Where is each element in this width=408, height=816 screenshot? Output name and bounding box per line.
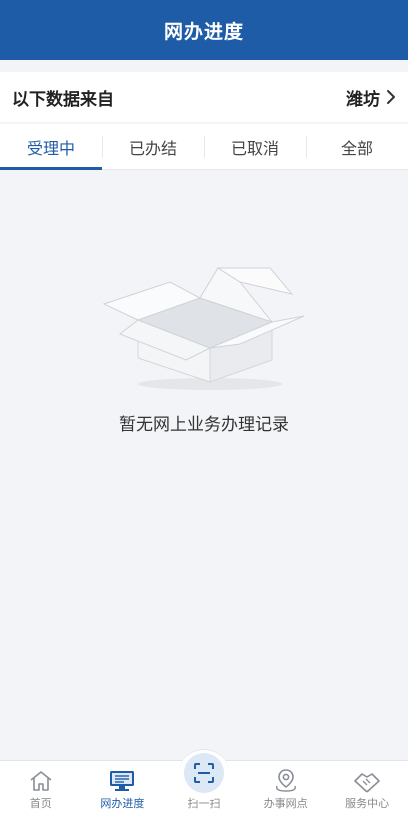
- nav-scan[interactable]: 扫一扫: [163, 749, 245, 816]
- nav-service-center[interactable]: 服务中心: [326, 761, 408, 816]
- empty-message: 暂无网上业务办理记录: [119, 415, 289, 435]
- handshake-icon: [354, 773, 380, 793]
- tab-label: 全部: [340, 138, 373, 158]
- nav-progress[interactable]: 网办进度: [82, 761, 164, 816]
- status-tabs: 受理中 已办结 已取消 全部: [0, 124, 408, 170]
- data-source-label: 以下数据来自: [12, 89, 114, 110]
- nav-label: 首页: [29, 797, 52, 810]
- bottom-navigation: 首页 网办进度 扫一扫 办事网点 服务中心: [0, 749, 408, 816]
- tab-label: 已取消: [230, 138, 279, 158]
- tab-all[interactable]: 全部: [306, 124, 408, 169]
- nav-service-points[interactable]: 办事网点: [245, 761, 327, 816]
- nav-label: 网办进度: [100, 797, 145, 810]
- data-source-row: 以下数据来自 潍坊: [0, 72, 408, 122]
- city-name: 潍坊: [346, 89, 380, 110]
- tab-label: 受理中: [26, 138, 75, 158]
- tab-cancelled[interactable]: 已取消: [204, 124, 306, 169]
- empty-box-icon: [102, 267, 305, 390]
- app-header: 网办进度: [0, 0, 408, 60]
- monitor-icon: [110, 771, 135, 791]
- tab-in-progress[interactable]: 受理中: [0, 124, 102, 170]
- page-title: 网办进度: [163, 20, 244, 43]
- location-pin-icon: [275, 769, 296, 792]
- tab-label: 已办结: [128, 138, 177, 158]
- empty-state: 暂无网上业务办理记录: [0, 170, 408, 760]
- scan-button[interactable]: [183, 753, 224, 793]
- nav-label: 办事网点: [263, 797, 308, 810]
- nav-label: 服务中心: [345, 797, 390, 810]
- city-selector[interactable]: 潍坊: [346, 85, 396, 110]
- tab-completed[interactable]: 已办结: [102, 124, 204, 169]
- scan-icon: [193, 763, 214, 783]
- nav-home[interactable]: 首页: [0, 761, 82, 816]
- chevron-right-icon: [387, 90, 395, 104]
- home-icon: [30, 771, 52, 791]
